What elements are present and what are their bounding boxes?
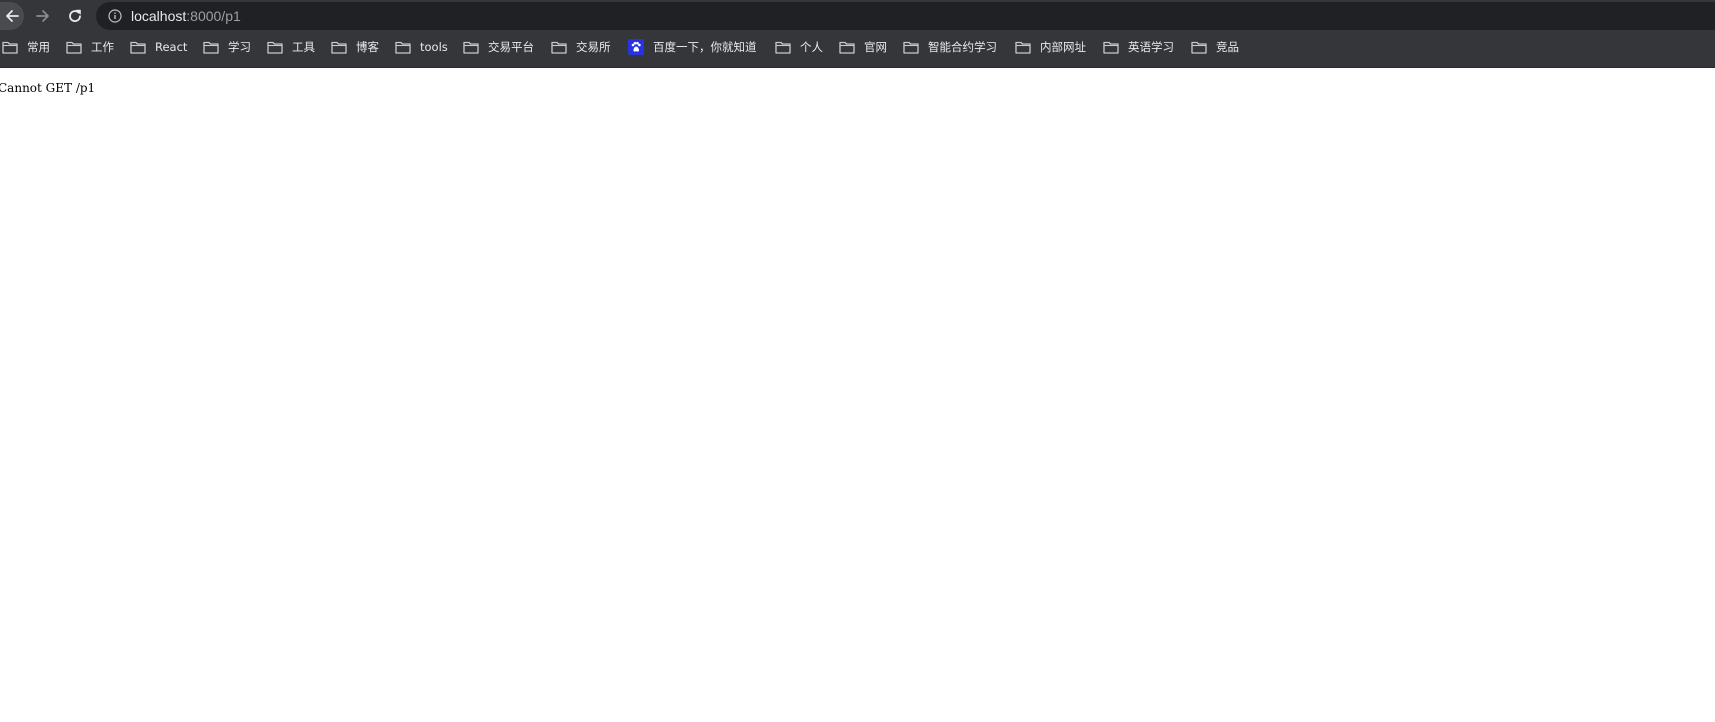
bookmark-folder-竞品[interactable]: 竞品 [1191,32,1239,62]
back-button[interactable] [0,2,24,30]
folder-icon [66,41,82,54]
bookmarks-bar: 常用 工作 React 学习 工具 博客 tools 交易平台 交易所 百度一下… [0,32,1715,68]
bookmark-folder-交易所[interactable]: 交易所 [551,32,611,62]
bookmark-label: React [155,40,188,54]
folder-icon [395,41,411,54]
bookmark-folder-工作[interactable]: 工作 [66,32,114,62]
bookmark-label: 学习 [228,40,251,54]
bookmark-baidu[interactable]: 百度一下，你就知道 [628,32,757,62]
bookmark-label: 百度一下，你就知道 [653,40,757,54]
url-host: localhost [131,8,187,24]
bookmark-label: 交易所 [576,40,611,54]
bookmark-label: tools [420,40,448,54]
bookmark-folder-交易平台[interactable]: 交易平台 [463,32,534,62]
bookmark-folder-官网[interactable]: 官网 [839,32,887,62]
folder-icon [775,41,791,54]
bookmark-label: 内部网址 [1040,40,1086,54]
folder-icon [1103,41,1119,54]
bookmark-folder-学习[interactable]: 学习 [203,32,251,62]
folder-icon [203,41,219,54]
arrow-left-icon [5,10,19,22]
bookmark-label: 智能合约学习 [928,40,997,54]
bookmark-label: 工作 [91,40,114,54]
paw-glyph-icon [631,41,641,52]
info-icon[interactable] [108,9,122,23]
folder-icon [551,41,567,54]
browser-toolbar: localhost:8000/p1 [0,0,1715,32]
bookmark-folder-react[interactable]: React [130,32,187,62]
bookmark-folder-博客[interactable]: 博客 [331,32,379,62]
folder-icon [903,41,919,54]
folder-icon [839,41,855,54]
folder-icon [1015,41,1031,54]
bookmark-folder-内部网址[interactable]: 内部网址 [1015,32,1086,62]
bookmark-folder-工具[interactable]: 工具 [267,32,315,62]
bookmark-label: 工具 [292,40,315,54]
folder-icon [130,41,146,54]
bookmark-label: 博客 [356,40,379,54]
folder-icon [331,41,347,54]
error-message: Cannot GET /p1 [0,81,96,95]
bookmark-folder-常用[interactable]: 常用 [2,32,50,62]
url-text[interactable]: localhost:8000/p1 [131,2,241,30]
reload-icon [69,9,81,22]
arrow-right-icon [36,10,49,22]
folder-icon [463,41,479,54]
address-bar[interactable]: localhost:8000/p1 [96,2,1715,30]
folder-icon [2,41,18,54]
bookmark-label: 个人 [800,40,823,54]
bookmark-label: 英语学习 [1128,40,1174,54]
bookmark-folder-智能合约学习[interactable]: 智能合约学习 [903,32,997,62]
folder-icon [267,41,283,54]
bookmark-folder-个人[interactable]: 个人 [775,32,823,62]
bookmark-folder-tools[interactable]: tools [395,32,448,62]
url-path: :8000/p1 [186,8,241,24]
folder-icon [1191,41,1207,54]
bookmark-label: 常用 [27,40,50,54]
bookmark-label: 竞品 [1216,40,1239,54]
baidu-paw-icon [628,39,644,55]
bookmark-folder-英语学习[interactable]: 英语学习 [1103,32,1174,62]
forward-button[interactable] [30,2,56,30]
bookmark-label: 官网 [864,40,887,54]
bookmark-label: 交易平台 [488,40,534,54]
reload-button[interactable] [62,2,88,30]
